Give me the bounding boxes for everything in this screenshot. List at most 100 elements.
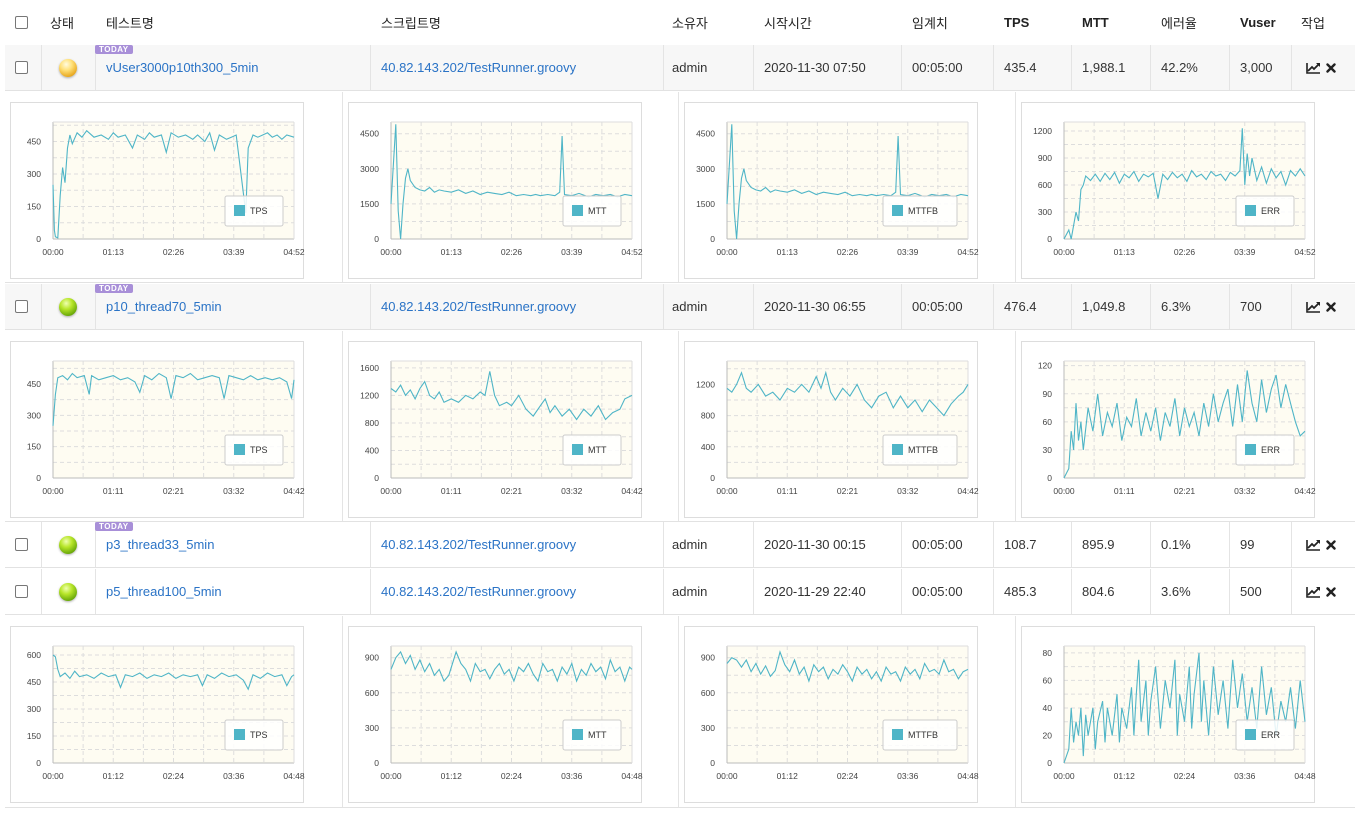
y-tick-label: 0 — [36, 758, 41, 768]
x-tick-label: 00:00 — [380, 771, 402, 781]
test-name-link[interactable]: p3_thread33_5min — [106, 537, 214, 552]
y-tick-label: 600 — [365, 688, 379, 698]
chart-legend: MTT — [562, 195, 622, 227]
row-checkbox[interactable] — [15, 61, 28, 74]
script-name-link[interactable]: 40.82.143.202/TestRunner.groovy — [381, 60, 576, 75]
line-chart-icon[interactable] — [1306, 539, 1321, 551]
x-tick-label: 01:11 — [1114, 486, 1135, 496]
chart-plot: 0 150 300 450 00:00 01:13 02:26 03:39 04:52 TPS — [27, 121, 305, 257]
x-tick-label: 00:00 — [716, 771, 738, 781]
script-name-link[interactable]: 40.82.143.202/TestRunner.groovy — [381, 584, 576, 599]
y-tick-label: 300 — [27, 169, 41, 179]
x-tick-label: 00:00 — [716, 486, 738, 496]
owner-cell: admin — [663, 522, 753, 567]
x-tick-label: 03:32 — [561, 486, 583, 496]
test-name-link[interactable]: vUser3000p10th300_5min — [106, 60, 259, 75]
test-name-cell: vUser3000p10th300_5min — [95, 45, 370, 90]
vuser-cell: 99 — [1229, 522, 1291, 567]
col-owner[interactable]: 소유자 — [663, 0, 753, 45]
line-chart-icon[interactable] — [1306, 301, 1321, 313]
row-select-cell — [5, 569, 41, 614]
x-tick-label: 03:32 — [223, 486, 245, 496]
y-tick-label: 3000 — [360, 164, 379, 174]
delete-icon[interactable] — [1326, 586, 1336, 597]
col-threshold[interactable]: 임계치 — [901, 0, 993, 45]
chart-mtt: 0 400 800 1200 1600 00:00 01:11 02:21 03:32 04:42… — [348, 341, 643, 518]
y-tick-label: 40 — [1043, 703, 1053, 713]
legend-swatch — [1245, 729, 1256, 740]
line-chart-icon[interactable] — [1306, 62, 1321, 74]
chart-err: 0 20 40 60 80 00:00 01:12 02:24 03:36 04:48 ERR — [1021, 626, 1316, 803]
chart-legend: MTTFB — [882, 719, 958, 751]
x-tick-label: 04:52 — [957, 247, 979, 257]
y-tick-label: 0 — [374, 234, 379, 244]
x-tick-label: 00:00 — [380, 486, 402, 496]
threshold-value: 00:05:00 — [912, 584, 963, 599]
col-vuser[interactable]: Vuser — [1229, 0, 1291, 45]
y-tick-label: 450 — [27, 677, 41, 687]
test-name-link[interactable]: p10_thread70_5min — [106, 299, 222, 314]
start-time-value: 2020-11-30 00:15 — [764, 537, 866, 552]
vuser-cell: 3,000 — [1229, 45, 1291, 90]
script-name-link[interactable]: 40.82.143.202/TestRunner.groovy — [381, 299, 576, 314]
table-row[interactable]: TODAY p3_thread33_5min 40.82.143.202/TestR… — [5, 522, 1355, 568]
chart-divider — [678, 331, 679, 521]
legend-swatch — [572, 205, 583, 216]
select-all-checkbox[interactable] — [15, 16, 28, 29]
owner-value: admin — [672, 537, 708, 552]
y-tick-label: 1600 — [360, 363, 379, 373]
delete-icon[interactable] — [1326, 301, 1336, 312]
x-tick-label: 03:39 — [1234, 247, 1256, 257]
table-row[interactable]: TODAY vUser3000p10th300_5min 40.82.143.202… — [5, 45, 1355, 91]
error-rate-cell: 0.1% — [1150, 522, 1229, 567]
y-tick-label: 20 — [1043, 730, 1053, 740]
row-checkbox[interactable] — [15, 300, 28, 313]
legend-swatch — [234, 729, 245, 740]
chart-mttfb: 0 300 600 900 00:00 01:12 02:24 03:36 04:48 MTTFB — [684, 626, 979, 803]
owner-value: admin — [672, 60, 708, 75]
y-tick-label: 800 — [701, 411, 715, 421]
status-green-icon — [59, 535, 77, 554]
legend-label: MTTFB — [908, 206, 938, 216]
delete-icon[interactable] — [1326, 539, 1336, 550]
col-status[interactable]: 상태 — [41, 0, 95, 45]
col-tps[interactable]: TPS — [993, 0, 1071, 45]
legend-label: TPS — [250, 730, 268, 740]
owner-value: admin — [672, 584, 708, 599]
col-mtt[interactable]: MTT — [1071, 0, 1150, 45]
col-start-time[interactable]: 시작시간 — [753, 0, 901, 45]
x-tick-label: 03:39 — [223, 247, 245, 257]
chart-err: 0 30 60 90 120 00:00 01:11 02:21 03:32 04:42 ERR — [1021, 341, 1316, 518]
y-tick-label: 30 — [1043, 445, 1053, 455]
x-tick-label: 02:21 — [1174, 486, 1196, 496]
y-tick-label: 0 — [374, 758, 379, 768]
chart-divider — [678, 92, 679, 282]
script-name-link[interactable]: 40.82.143.202/TestRunner.groovy — [381, 537, 576, 552]
col-test-name[interactable]: 테스트명 — [95, 0, 370, 45]
row-checkbox[interactable] — [15, 585, 28, 598]
test-name-cell: p3_thread33_5min — [95, 522, 370, 567]
chart-divider — [678, 616, 679, 807]
mtt-cell: 1,049.8 — [1071, 284, 1150, 329]
row-select-cell — [5, 284, 41, 329]
y-tick-label: 400 — [365, 445, 379, 455]
chart-divider — [342, 331, 343, 521]
legend-swatch — [1245, 444, 1256, 455]
x-tick-label: 02:26 — [501, 247, 523, 257]
y-tick-label: 0 — [36, 234, 41, 244]
x-tick-label: 01:11 — [103, 486, 124, 496]
table-row[interactable]: TODAY p10_thread70_5min 40.82.143.202/Test… — [5, 284, 1355, 330]
chart-legend: MTTFB — [882, 195, 958, 227]
chart-mtt: 0 1500 3000 4500 00:00 01:13 02:26 03:39 04:52 MT… — [348, 102, 643, 279]
test-name-link[interactable]: p5_thread100_5min — [106, 584, 222, 599]
chart-legend: MTT — [562, 719, 622, 751]
row-checkbox[interactable] — [15, 538, 28, 551]
table-row[interactable]: p5_thread100_5min 40.82.143.202/TestRunne… — [5, 569, 1355, 615]
start-time-value: 2020-11-29 22:40 — [764, 584, 866, 599]
delete-icon[interactable] — [1326, 62, 1336, 73]
x-tick-label: 01:12 — [103, 771, 125, 781]
col-script-name[interactable]: 스크립트명 — [370, 0, 663, 45]
line-chart-icon[interactable] — [1306, 586, 1321, 598]
col-error-rate[interactable]: 에러율 — [1150, 0, 1229, 45]
chart-tps: 0 150 300 450 600 00:00 01:12 02:24 03:36 04:48 TP… — [10, 626, 305, 803]
